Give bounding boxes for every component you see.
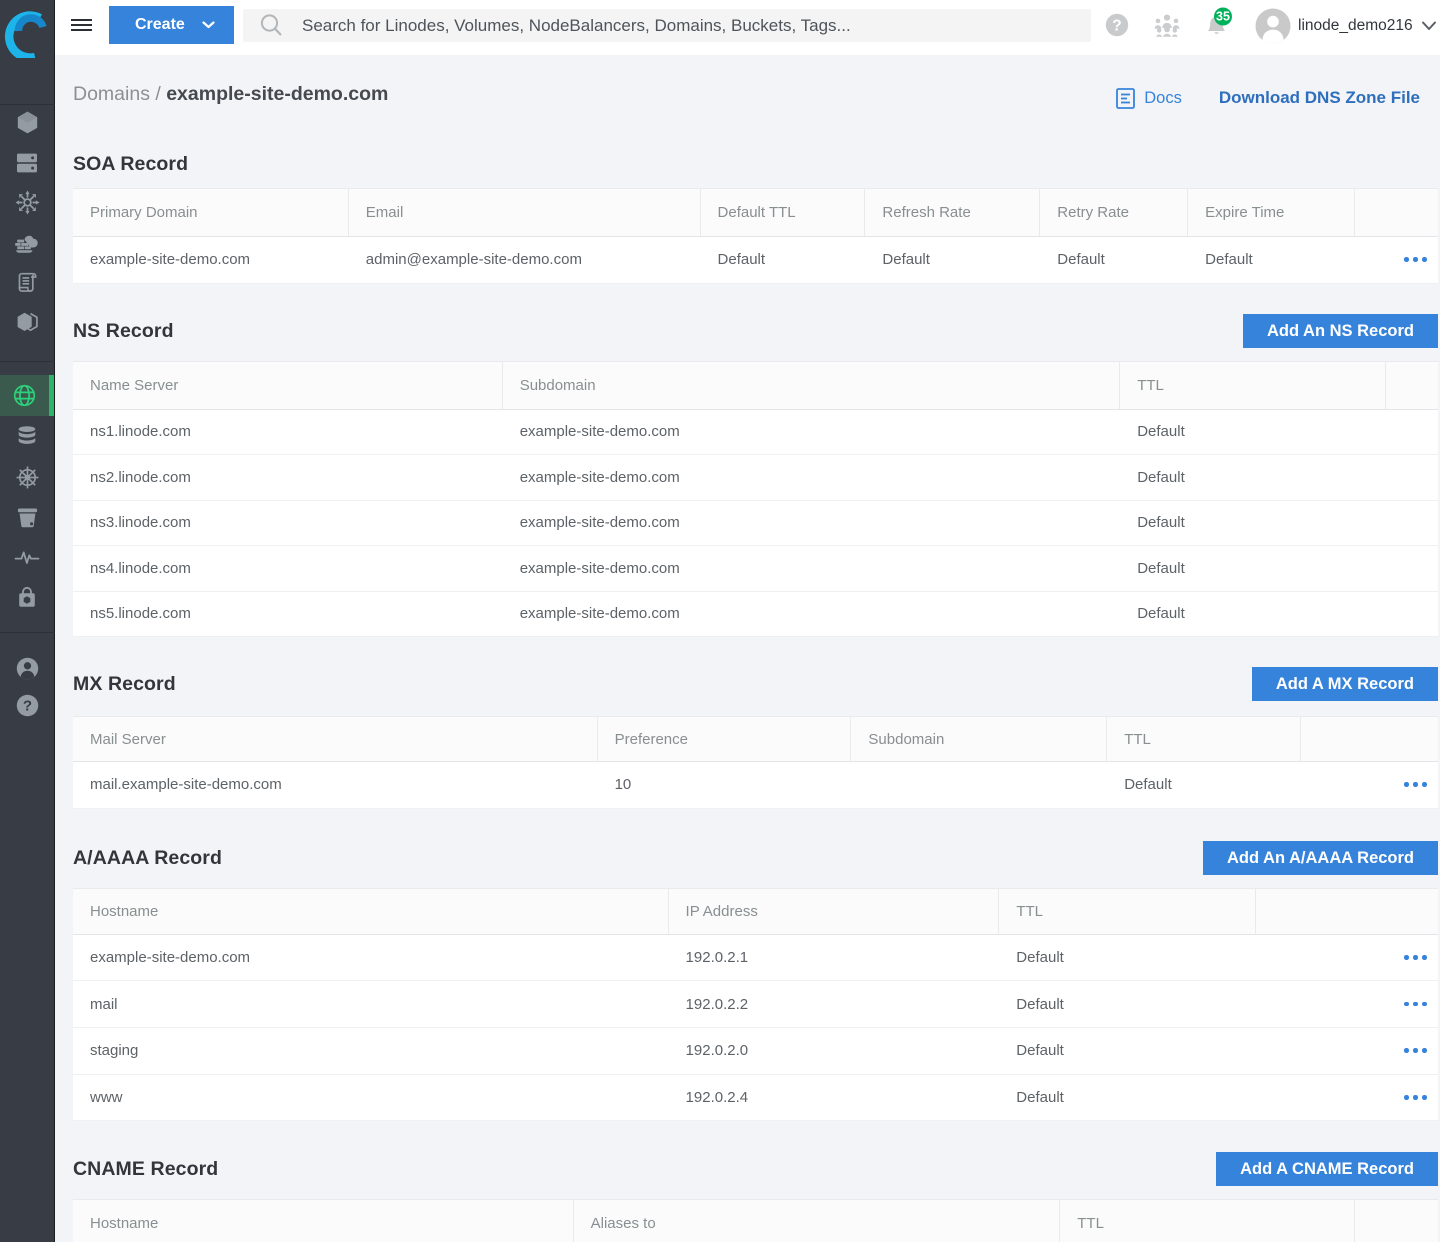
- svg-text:?: ?: [1112, 18, 1121, 35]
- svg-text:?: ?: [22, 698, 31, 715]
- svg-text:35: 35: [1216, 10, 1230, 24]
